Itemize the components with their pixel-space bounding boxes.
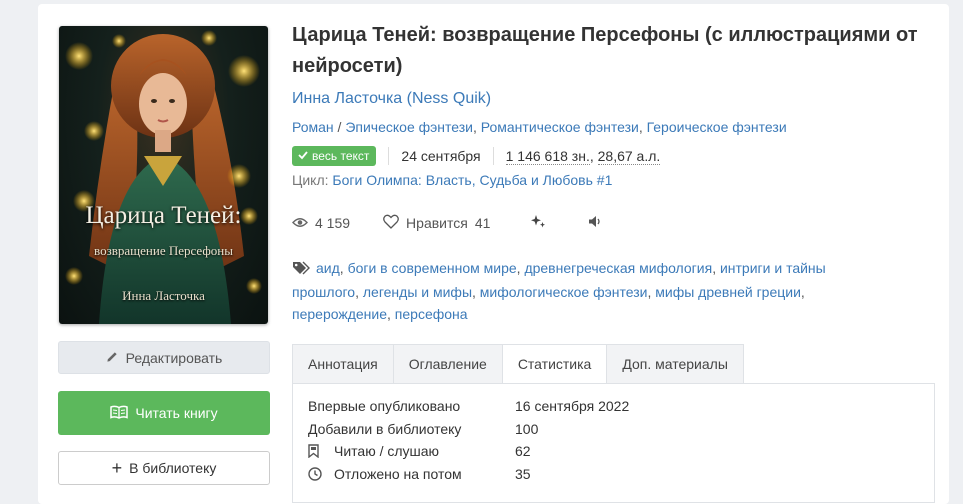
sparkles-icon	[530, 214, 546, 232]
stat-value: 16 сентября 2022	[515, 398, 630, 414]
book-stats: 4 159 Нравится 41	[292, 212, 603, 234]
tag-icon	[292, 259, 312, 281]
stat-value: 62	[515, 443, 531, 459]
tab-contents[interactable]: Оглавление	[392, 344, 502, 384]
speaker-icon	[588, 215, 603, 231]
heart-icon	[383, 214, 399, 232]
cycle-label: Цикл:	[292, 172, 329, 188]
tags: аид, боги в современном мире, древнегреч…	[292, 259, 826, 322]
cover-subtitle: возвращение Персефоны	[94, 243, 233, 258]
cover-illustration	[65, 30, 262, 324]
book-cover[interactable]: Царица Теней: возвращение Персефоны Инна…	[59, 26, 268, 324]
full-text-badge-label: весь текст	[312, 149, 370, 163]
cycle: Цикл: Боги Олимпа: Власть, Судьба и Любо…	[292, 172, 612, 188]
genre-link-primary[interactable]: Роман	[292, 119, 334, 135]
edit-button[interactable]: Редактировать	[58, 341, 270, 374]
bookmark-icon	[308, 444, 324, 458]
genres: Роман / Эпическое фэнтези, Романтическое…	[292, 119, 787, 135]
tag-link[interactable]: древнегреческая мифология	[524, 260, 712, 276]
tag-link[interactable]: мифологическое фэнтези	[480, 284, 648, 300]
edit-button-label: Редактировать	[125, 349, 223, 366]
book-title: Царица Теней: возвращение Персефоны (с и…	[292, 24, 918, 77]
likes-count: 41	[474, 215, 491, 231]
genre-link[interactable]: Романтическое фэнтези	[481, 119, 639, 135]
stat-value: 35	[515, 466, 531, 482]
size-chars: 1 146 618 зн.	[505, 147, 590, 165]
tag-link[interactable]: аид	[316, 260, 340, 276]
tag-link[interactable]: персефона	[395, 306, 468, 322]
tab-extra-materials[interactable]: Доп. материалы	[606, 344, 744, 384]
views-stat: 4 159	[292, 215, 350, 231]
stat-row: Читаю / слушаю	[308, 443, 439, 459]
genre-separator: /	[337, 119, 342, 135]
tag-link[interactable]: мифы древней греции	[655, 284, 801, 300]
stat-row: Добавили в библиотеку	[308, 421, 461, 437]
book-meta: весь текст 24 сентября 1 146 618 зн., 28…	[292, 145, 661, 167]
clock-icon	[308, 467, 324, 481]
open-book-icon	[110, 405, 129, 422]
cycle-link[interactable]: Боги Олимпа: Власть, Судьба и Любовь #1	[332, 172, 612, 188]
stat-label: Добавили в библиотеку	[308, 421, 462, 437]
genre-link[interactable]: Героическое фэнтези	[647, 119, 787, 135]
stat-label: Читаю / слушаю	[334, 443, 440, 459]
genre-link[interactable]: Эпическое фэнтези	[345, 119, 473, 135]
tag-link[interactable]: легенды и мифы	[363, 284, 472, 300]
tag-link[interactable]: перерождение	[292, 306, 387, 322]
book-tabs: Аннотация Оглавление Статистика Доп. мат…	[292, 344, 744, 384]
stat-row: Отложено на потом	[308, 466, 462, 482]
tab-annotation[interactable]: Аннотация	[292, 344, 393, 384]
tab-statistics[interactable]: Статистика	[501, 344, 607, 384]
author-link[interactable]: Инна Ласточка (Ness Quik)	[292, 90, 491, 108]
eye-icon	[292, 215, 308, 231]
pencil-icon	[106, 350, 119, 366]
stat-label: Впервые опубликовано	[308, 398, 461, 414]
cover-title: Царица Теней:	[85, 202, 242, 229]
like-label: Нравится	[406, 215, 468, 231]
read-book-button[interactable]: Читать книгу	[58, 391, 270, 435]
cover-author: Инна Ласточка	[122, 288, 205, 303]
ai-sparkle-button[interactable]	[530, 214, 546, 232]
tag-link[interactable]: боги в современном мире	[348, 260, 517, 276]
read-book-button-label: Читать книгу	[135, 405, 218, 421]
listen-button[interactable]	[588, 215, 603, 231]
like-button[interactable]: Нравится 41	[383, 214, 490, 232]
stat-label: Отложено на потом	[334, 466, 462, 482]
add-to-library-label: В библиотеку	[129, 460, 217, 476]
stat-row: Впервые опубликовано	[308, 398, 460, 414]
plus-icon: +	[111, 458, 123, 478]
checkmark-icon	[298, 149, 308, 163]
size-author-sheets: 28,67 а.л.	[597, 147, 661, 165]
full-text-badge: весь текст	[292, 146, 377, 166]
add-to-library-button[interactable]: + В библиотеку	[58, 451, 270, 485]
publish-date: 24 сентября	[401, 148, 481, 164]
stat-value: 100	[515, 421, 539, 437]
views-count: 4 159	[315, 215, 351, 231]
